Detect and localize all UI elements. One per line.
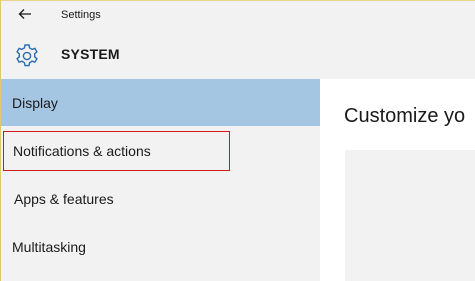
settings-window: Settings SYSTEM Display Notifications & … xyxy=(0,0,475,281)
sidebar-item-label: Display xyxy=(12,94,58,111)
sidebar-item-label: Apps & features xyxy=(14,190,114,207)
section-title: SYSTEM xyxy=(61,46,120,62)
back-arrow-icon xyxy=(18,7,32,25)
back-button[interactable] xyxy=(13,6,37,26)
sidebar-item-label: Notifications & actions xyxy=(13,143,151,159)
sidebar: Display Notifications & actions Apps & f… xyxy=(1,79,320,281)
sidebar-item-notifications[interactable]: Notifications & actions xyxy=(3,131,230,171)
sidebar-item-multitasking[interactable]: Multitasking xyxy=(1,223,320,270)
display-preview xyxy=(345,150,475,281)
main-content: Customize yo xyxy=(320,79,475,281)
window-title: Settings xyxy=(61,9,101,21)
sidebar-item-label: Multitasking xyxy=(12,238,86,255)
gear-icon xyxy=(13,42,41,70)
title-bar: Settings xyxy=(1,0,475,31)
sidebar-item-display[interactable]: Display xyxy=(1,79,320,126)
sidebar-item-apps-features[interactable]: Apps & features xyxy=(1,175,320,222)
page-title: Customize yo xyxy=(344,105,466,127)
section-header: SYSTEM xyxy=(1,31,475,79)
